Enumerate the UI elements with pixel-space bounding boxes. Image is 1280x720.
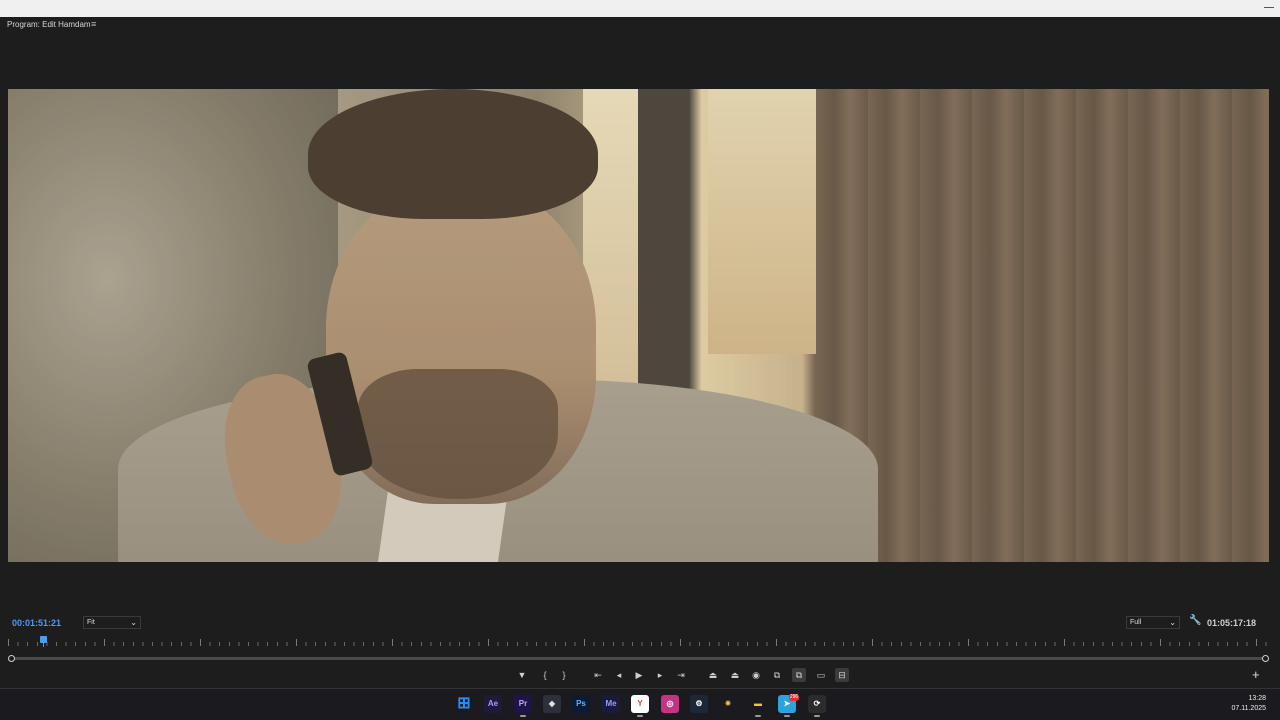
media-encoder-icon: Me [605, 699, 617, 708]
overwrite-icon: ⧉ [795, 670, 803, 680]
ruler-major-tick [1064, 639, 1065, 646]
lift-icon: ⏏ [708, 670, 718, 680]
running-indicator [784, 715, 790, 717]
insert-button[interactable]: ⧉ [770, 668, 784, 682]
insert-icon: ⧉ [773, 670, 781, 680]
time-ruler[interactable] [8, 634, 1269, 646]
steam-app[interactable]: ⚙ [690, 695, 708, 713]
program-monitor-frame[interactable] [8, 89, 1269, 562]
davinci-icon: ◈ [548, 699, 556, 708]
playhead-line [43, 643, 44, 647]
video-tint [8, 89, 1269, 562]
ruler-major-tick [104, 639, 105, 646]
mark-out-button[interactable]: } [557, 668, 571, 682]
ruler-major-tick [1160, 639, 1161, 646]
zoom-scroll-start-handle[interactable] [8, 655, 15, 662]
ruler-major-tick [968, 639, 969, 646]
media-encoder-app[interactable]: Me [602, 695, 620, 713]
running-indicator [637, 715, 643, 717]
step-back-icon: ◂ [616, 670, 622, 680]
photoshop-app[interactable]: Ps [572, 695, 590, 713]
yandex-browser-app[interactable]: Y [631, 695, 649, 713]
play-button[interactable]: ▶ [632, 668, 646, 682]
clock-date[interactable]: 07.11.2025 [1220, 705, 1266, 712]
comparison-icon: ⊟ [838, 670, 846, 680]
export-frame-button[interactable]: ◉ [749, 668, 763, 682]
ruler-major-tick [872, 639, 873, 646]
ruler-major-tick [584, 639, 585, 646]
playhead[interactable] [40, 636, 47, 643]
photoshop-icon: Ps [576, 699, 586, 708]
duration-timecode: 01:05:17:18 [1207, 618, 1257, 628]
ruler-major-tick [776, 639, 777, 646]
step-back-button[interactable]: ◂ [612, 668, 626, 682]
minimize-icon[interactable] [1264, 7, 1274, 17]
lift-button[interactable]: ⏏ [706, 668, 720, 682]
safe-margins-button[interactable]: ▭ [814, 668, 828, 682]
panel-header [0, 17, 1280, 35]
recorder-app[interactable]: ⟳ [808, 695, 826, 713]
ruler-major-tick [488, 639, 489, 646]
mark-in-icon: { [543, 670, 547, 680]
zoom-scroll-end-handle[interactable] [1262, 655, 1269, 662]
zoom-level-select[interactable]: Fit ⌄ [83, 616, 141, 629]
yandex-icon: Y [637, 699, 643, 708]
extract-icon: ⏏ [730, 670, 740, 680]
overwrite-button[interactable]: ⧉ [792, 668, 806, 682]
button-editor-plus-icon[interactable]: + [1252, 667, 1260, 682]
recorder-icon: ⟳ [813, 699, 821, 708]
window-title-bar [0, 0, 1280, 17]
comparison-view-button[interactable]: ⊟ [835, 668, 849, 682]
extract-button[interactable]: ⏏ [728, 668, 742, 682]
clock-time[interactable]: 13:28 [1236, 695, 1266, 702]
running-indicator [755, 715, 761, 717]
ruler-major-tick [200, 639, 201, 646]
camera-icon: ◉ [752, 670, 760, 680]
ruler-major-tick [296, 639, 297, 646]
ruler-major-tick [680, 639, 681, 646]
davinci-app[interactable]: ◈ [543, 695, 561, 713]
ruler-major-tick [392, 639, 393, 646]
panel-title[interactable]: Program: Edit Hamdam [7, 20, 91, 29]
running-indicator [814, 715, 820, 717]
star-icon: ✷ [724, 699, 732, 708]
star-app[interactable]: ✷ [719, 695, 737, 713]
marker-icon: ▼ [517, 670, 527, 680]
mark-out-icon: } [562, 670, 566, 680]
mark-in-button[interactable]: { [538, 668, 552, 682]
add-marker-button[interactable]: ▼ [515, 668, 529, 682]
notification-badge: 296 [789, 694, 799, 701]
after-effects-app[interactable]: Ae [484, 695, 502, 713]
go-to-in-button[interactable]: ⇤ [591, 668, 605, 682]
after-effects-icon: Ae [487, 699, 499, 708]
step-forward-button[interactable]: ▸ [653, 668, 667, 682]
start-button[interactable]: ⊞ [455, 695, 473, 713]
file-explorer-app[interactable]: ▬ [749, 695, 767, 713]
playback-resolution-select[interactable]: Full ⌄ [1126, 616, 1180, 629]
zoom-level-value: Fit [87, 619, 95, 626]
current-timecode[interactable]: 00:01:51:21 [12, 618, 61, 628]
instagram-icon: ◎ [666, 699, 674, 708]
safe-margins-icon: ▭ [816, 670, 826, 680]
ruler-major-tick [8, 639, 9, 646]
chevron-down-icon: ⌄ [130, 618, 137, 627]
go-to-in-icon: ⇤ [594, 670, 602, 680]
folder-icon: ▬ [754, 699, 762, 708]
instagram-app[interactable]: ◎ [661, 695, 679, 713]
premiere-icon: Pr [518, 699, 528, 708]
steam-icon: ⚙ [695, 699, 703, 708]
panel-menu-icon[interactable]: ≡ [91, 19, 96, 29]
running-indicator [520, 715, 526, 717]
go-to-out-button[interactable]: ⇥ [674, 668, 688, 682]
windows-icon: ⊞ [457, 695, 471, 712]
step-forward-icon: ▸ [657, 670, 663, 680]
chevron-down-icon: ⌄ [1169, 618, 1176, 627]
playback-resolution-value: Full [1130, 619, 1142, 626]
go-to-out-icon: ⇥ [677, 670, 685, 680]
wrench-icon[interactable]: 🔧 [1189, 615, 1201, 626]
premiere-app[interactable]: Pr [514, 695, 532, 713]
play-icon: ▶ [635, 670, 643, 680]
ruler-major-tick [1256, 639, 1257, 646]
zoom-scroll-bar[interactable] [12, 657, 1265, 660]
